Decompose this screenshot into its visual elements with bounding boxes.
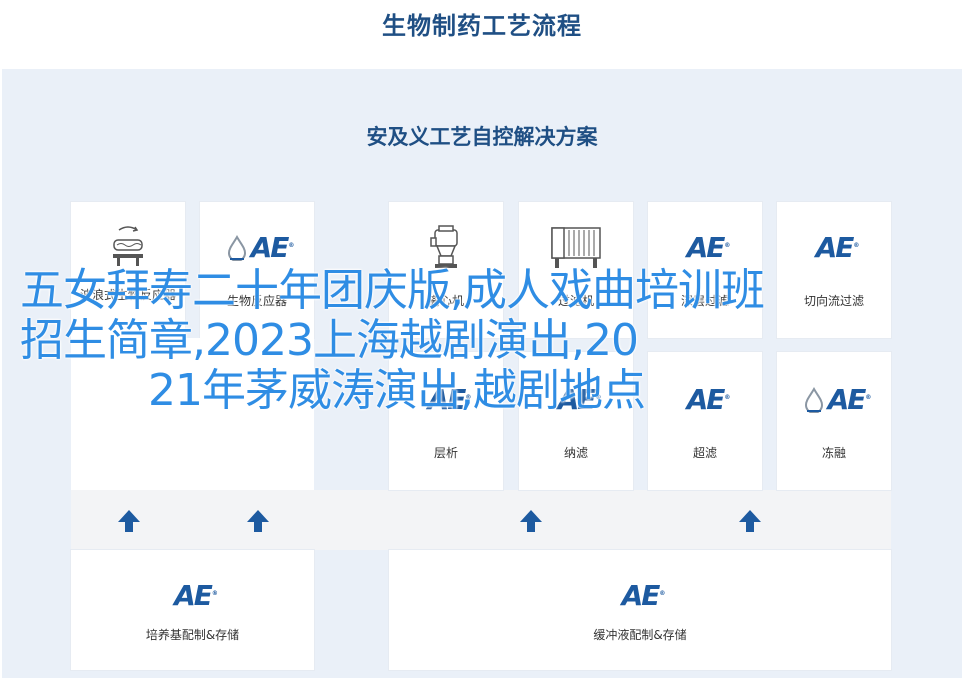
card-label: 缓冲液配制&存储 — [593, 628, 687, 642]
ae-logo: AE ® — [174, 579, 218, 612]
panel-title: 安及义工艺自控解决方案 — [366, 125, 598, 149]
overlay-line-2: 招生简章,2023上海越剧演出,20 — [20, 315, 639, 366]
card-label: 纳滤 — [563, 446, 588, 460]
overlay-line-3: 21年茅威涛演出,越剧地点 — [148, 365, 646, 416]
overlay-line-1: 五女拜寿二十年团庆版,成人戏曲培训班 — [20, 265, 765, 316]
ae-logo: AE ® — [200, 232, 314, 264]
arrow-up-icon — [247, 510, 269, 532]
arrow-up-icon — [739, 510, 761, 532]
filter-press-icon — [551, 227, 601, 268]
ae-logo: AE ® — [815, 231, 860, 264]
ae-logo: AE ® — [686, 231, 731, 264]
overlay-headline: 五女拜寿二十年团庆版,成人戏曲培训班 招生简章,2023上海越剧演出,20 21… — [20, 266, 940, 416]
card-media-prep: AE ® 培养基配制&存储 — [71, 550, 314, 670]
card-label: 超滤 — [692, 446, 717, 460]
card-label: 层析 — [433, 446, 458, 460]
ae-logo: AE ® — [621, 579, 666, 612]
arrow-up-icon — [118, 510, 140, 532]
centrifuge-icon — [430, 225, 458, 268]
drop-icon — [227, 235, 246, 261]
page-title: 生物制药工艺流程 — [382, 12, 582, 40]
card-label: 培养基配制&存储 — [145, 628, 240, 642]
wave-bioreactor-icon — [113, 226, 143, 266]
card-buffer-prep: AE ® 缓冲液配制&存储 — [389, 550, 891, 670]
card-label: 冻融 — [821, 446, 846, 460]
arrow-up-icon — [520, 510, 542, 532]
arrow-strip — [71, 490, 891, 550]
